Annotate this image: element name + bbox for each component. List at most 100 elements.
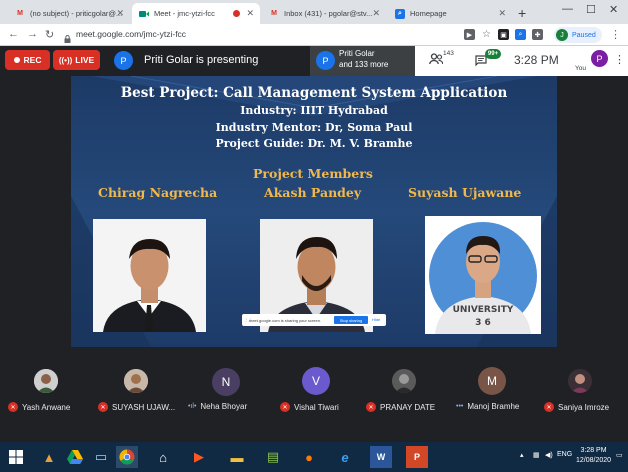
member-photo-1: [93, 219, 206, 332]
taskbar-time: 3:28 PM: [580, 447, 607, 454]
participant-tile[interactable]: V ✕ Vishal Tiwari: [270, 347, 358, 442]
files-app-icon[interactable]: ▤: [262, 446, 284, 468]
window-close-icon[interactable]: ✕: [609, 3, 618, 16]
windows-start-icon[interactable]: [5, 446, 27, 468]
homepage-icon: ⌕: [395, 8, 405, 19]
participant-avatar: [568, 369, 592, 393]
reload-icon[interactable]: ↻: [45, 28, 54, 41]
tab-gmail-no-subject[interactable]: M (no subject) - priticgolar@... ✕: [8, 3, 130, 24]
shared-slide: Best Project: Call Management System App…: [71, 76, 557, 347]
extension-badge-icon[interactable]: ▣: [498, 29, 509, 40]
network-icon[interactable]: ▦: [533, 451, 540, 459]
presenter-tile-more: and 133 more: [339, 60, 389, 69]
taskbar-clock[interactable]: 3:28 PM 12/08/2020: [576, 446, 611, 466]
tab-gmail-inbox[interactable]: M Inbox (431) - pgolar@stv... ✕: [262, 3, 386, 24]
mic-off-icon: ✕: [280, 402, 290, 412]
live-stream-button[interactable]: ((•)) LIVE: [53, 50, 100, 70]
browser-tab-bar: M (no subject) - priticgolar@... ✕ Meet …: [0, 0, 628, 24]
participant-name: SUYASH UJAW...: [112, 402, 176, 412]
share-message: meet.google.com is sharing your screen.: [249, 317, 322, 323]
tab-title: Meet - jmc-ytzi-fcc: [154, 9, 215, 18]
participant-avatar: N: [212, 368, 240, 396]
member-name-2: Akash Pandey: [264, 185, 362, 200]
camera-icon[interactable]: ▶: [464, 29, 475, 40]
profile-avatar: J: [556, 29, 568, 41]
volume-icon[interactable]: ◀): [545, 451, 553, 459]
close-tab-icon[interactable]: ✕: [498, 8, 506, 19]
keyboard-language[interactable]: ENG: [557, 451, 572, 458]
member-name-3: Suyash Ujawane: [408, 185, 522, 200]
participant-name-row: ••• Manoj Bramhe: [456, 402, 519, 411]
tray-expand-icon[interactable]: ▴: [520, 451, 524, 459]
presenter-tile-name: Priti Golar: [339, 49, 375, 58]
rec-label: REC: [23, 55, 42, 65]
photos-app-icon[interactable]: ▭: [90, 446, 112, 468]
tab-title: Inbox (431) - pgolar@stv...: [284, 9, 373, 18]
maximize-icon[interactable]: ☐: [586, 3, 596, 16]
record-dot-icon: [13, 57, 20, 63]
notifications-icon[interactable]: ▭: [616, 451, 623, 459]
participant-name: Manoj Bramhe: [467, 402, 520, 411]
tab-title: (no subject) - priticgolar@...: [30, 9, 123, 18]
more-options-icon[interactable]: ⋮: [614, 53, 625, 66]
url-text[interactable]: meet.google.com/jmc-ytzi-fcc: [76, 29, 186, 39]
presenter-avatar: P: [114, 51, 133, 70]
participant-tile[interactable]: ✕ Saniya Imroze: [540, 347, 628, 442]
presenter-tile-avatar: P: [316, 51, 335, 70]
chrome-icon[interactable]: [116, 446, 138, 468]
drag-handle-icon[interactable]: ⋮⋮: [244, 317, 252, 322]
tab-meet[interactable]: Meet - jmc-ytzi-fcc ✕: [132, 3, 260, 24]
close-tab-icon[interactable]: ✕: [116, 8, 124, 19]
participant-name-row: ✕ Vishal Tiwari: [280, 402, 339, 412]
participant-avatar: [34, 369, 58, 393]
media-player-icon[interactable]: ▶: [188, 446, 210, 468]
close-tab-icon[interactable]: ✕: [246, 8, 254, 19]
recording-indicator-icon: [233, 10, 240, 17]
participant-name-row: ✕ Yash Anwane: [8, 402, 70, 412]
minimize-icon[interactable]: —: [562, 3, 573, 15]
tab-homepage[interactable]: ⌕ Homepage ✕: [388, 3, 512, 24]
participant-avatar: V: [302, 367, 330, 395]
browser-menu-icon[interactable]: ⋮: [610, 28, 621, 41]
powerpoint-icon[interactable]: P: [406, 446, 428, 468]
mic-off-icon: ✕: [544, 402, 554, 412]
participant-tile[interactable]: N •ıl• Neha Bhoyar: [180, 347, 268, 442]
recording-button[interactable]: REC: [5, 50, 50, 70]
participant-tile[interactable]: ✕ SUYASH UJAW...: [90, 347, 178, 442]
mic-off-icon: ✕: [8, 402, 18, 412]
puzzle-extension-icon[interactable]: ✚: [532, 29, 543, 40]
presenter-tile[interactable]: P Priti Golar and 133 more: [310, 46, 415, 76]
live-label: LIVE: [75, 55, 95, 65]
speaking-indicator-icon: •••: [456, 403, 464, 410]
participant-name-row: ✕ SUYASH UJAW...: [98, 402, 175, 412]
close-tab-icon[interactable]: ✕: [372, 8, 380, 19]
hide-button[interactable]: Hide: [372, 317, 380, 322]
svg-text:UNIVERSITY: UNIVERSITY: [453, 305, 514, 315]
self-avatar[interactable]: P: [591, 50, 608, 67]
participant-tile[interactable]: M ••• Manoj Bramhe: [450, 347, 538, 442]
home-icon[interactable]: ⌂: [152, 446, 174, 468]
word-icon[interactable]: W: [370, 446, 392, 468]
participant-tile[interactable]: ✕ Yash Anwane: [0, 347, 88, 442]
mic-off-icon: ✕: [366, 402, 376, 412]
lock-icon: [64, 30, 71, 43]
file-explorer-icon[interactable]: ▬: [226, 446, 248, 468]
participants-icon[interactable]: [429, 53, 444, 68]
screen-share-notification: ⋮⋮ meet.google.com is sharing your scree…: [242, 314, 386, 326]
search-extension-icon[interactable]: ⌕: [515, 29, 526, 40]
bookmark-star-icon[interactable]: ☆: [481, 29, 492, 40]
speaking-indicator-icon: •ıl•: [188, 403, 197, 410]
matlab-icon[interactable]: ▲: [38, 446, 60, 468]
new-tab-plus-icon[interactable]: +: [518, 5, 526, 21]
gmail-icon: M: [271, 10, 277, 17]
member-name-1: Chirag Nagrecha: [98, 185, 218, 200]
stop-sharing-button[interactable]: Stop sharing: [334, 316, 368, 324]
participant-tile[interactable]: ✕ PRANAY DATE: [360, 347, 448, 442]
participant-name: PRANAY DATE: [380, 402, 436, 412]
firefox-icon[interactable]: ●: [298, 446, 320, 468]
google-drive-icon[interactable]: [64, 446, 86, 468]
forward-arrow-icon[interactable]: →: [27, 28, 38, 40]
back-arrow-icon[interactable]: ←: [8, 28, 19, 40]
profile-paused-button[interactable]: J Paused: [554, 27, 602, 43]
